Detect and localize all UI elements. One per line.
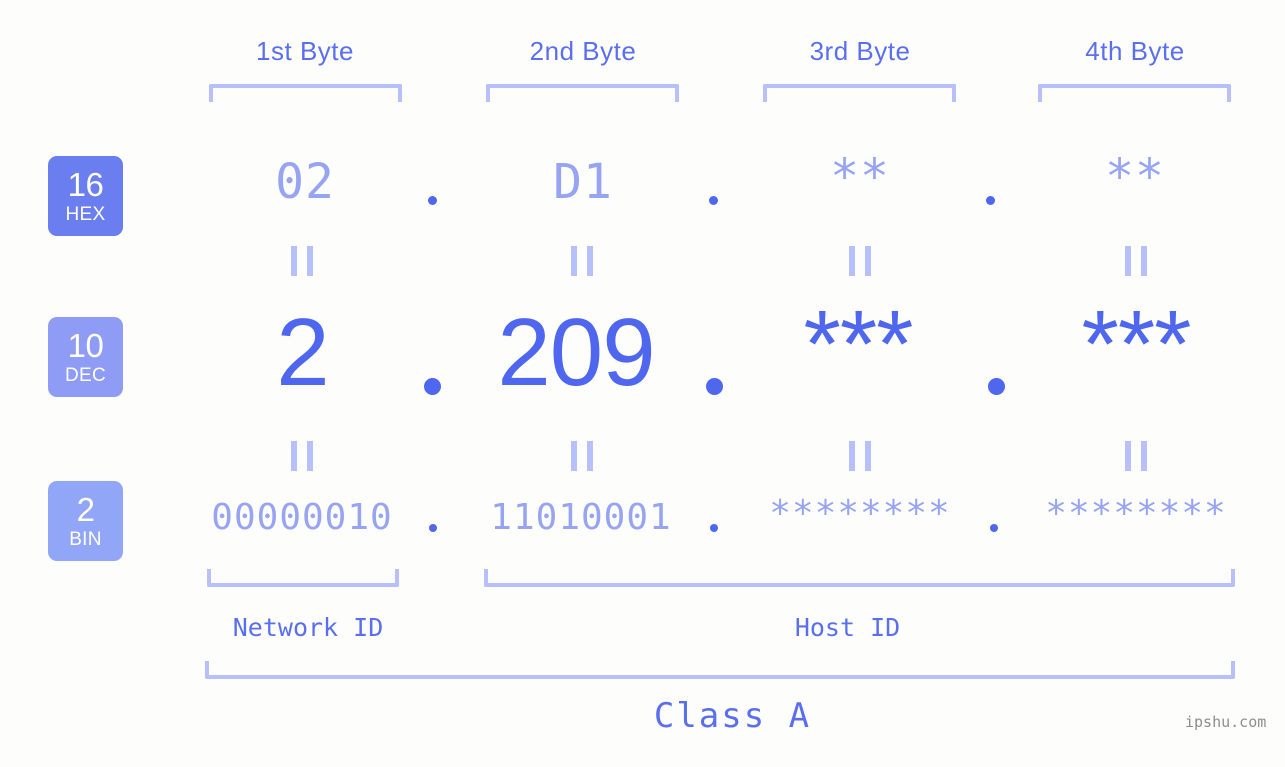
equals-sign-dec-bin-3 xyxy=(849,441,871,471)
byte-header-4: 4th Byte xyxy=(1085,36,1185,66)
equals-sign-hex-dec-3 xyxy=(849,246,871,276)
equals-sign-dec-bin-4 xyxy=(1125,441,1147,471)
bin-byte-3: ******** xyxy=(769,493,951,534)
base-badge-hex: 16 HEX xyxy=(48,156,123,236)
byte-bracket-top-2 xyxy=(486,84,679,102)
bin-byte-4: ******** xyxy=(1045,493,1227,534)
equals-sign-dec-bin-1 xyxy=(291,441,313,471)
byte-bracket-top-4 xyxy=(1038,84,1231,102)
dec-separator-dot-2 xyxy=(706,378,723,395)
base-badge-bin: 2 BIN xyxy=(48,481,123,561)
bin-byte-1: 00000010 xyxy=(211,497,393,538)
hex-byte-4: ** xyxy=(1105,149,1165,205)
dec-byte-1: 2 xyxy=(276,299,329,406)
ip-address-diagram: 1st Byte 2nd Byte 3rd Byte 4th Byte 16 H… xyxy=(0,0,1285,767)
equals-sign-hex-dec-1 xyxy=(291,246,313,276)
byte-bracket-top-3 xyxy=(763,84,956,102)
equals-sign-dec-bin-2 xyxy=(571,441,593,471)
network-id-bracket xyxy=(207,569,399,587)
bin-byte-2: 11010001 xyxy=(490,497,672,538)
byte-bracket-top-1 xyxy=(209,84,402,102)
host-id-bracket xyxy=(484,569,1235,587)
host-id-label: Host ID xyxy=(794,613,901,642)
hex-separator-dot-1 xyxy=(428,196,437,205)
dec-separator-dot-1 xyxy=(424,378,441,395)
bin-separator-dot-1 xyxy=(429,524,437,532)
base-badge-dec-label: DEC xyxy=(64,365,106,386)
class-label: Class A xyxy=(653,696,812,736)
dec-byte-4: *** xyxy=(1081,291,1191,398)
hex-byte-3: ** xyxy=(830,149,890,205)
base-badge-hex-number: 16 xyxy=(67,166,104,203)
hex-separator-dot-2 xyxy=(709,196,718,205)
dec-byte-2: 209 xyxy=(497,299,655,406)
base-badge-bin-label: BIN xyxy=(69,529,102,550)
hex-byte-1: 02 xyxy=(275,154,335,210)
watermark: ipshu.com xyxy=(1185,713,1267,731)
hex-byte-2: D1 xyxy=(553,154,613,210)
class-bracket xyxy=(205,661,1235,679)
bin-separator-dot-3 xyxy=(990,524,998,532)
byte-header-2: 2nd Byte xyxy=(529,36,637,66)
base-badge-dec-number: 10 xyxy=(67,327,104,364)
base-badge-bin-number: 2 xyxy=(76,491,95,528)
equals-sign-hex-dec-4 xyxy=(1125,246,1147,276)
network-id-label: Network ID xyxy=(232,613,384,642)
byte-header-1: 1st Byte xyxy=(256,36,354,66)
bin-separator-dot-2 xyxy=(710,524,718,532)
dec-separator-dot-3 xyxy=(988,378,1005,395)
base-badge-hex-label: HEX xyxy=(65,204,106,225)
base-badge-dec: 10 DEC xyxy=(48,317,123,397)
equals-sign-hex-dec-2 xyxy=(571,246,593,276)
dec-byte-3: *** xyxy=(803,291,913,398)
hex-separator-dot-3 xyxy=(986,196,995,205)
byte-header-3: 3rd Byte xyxy=(809,36,911,66)
